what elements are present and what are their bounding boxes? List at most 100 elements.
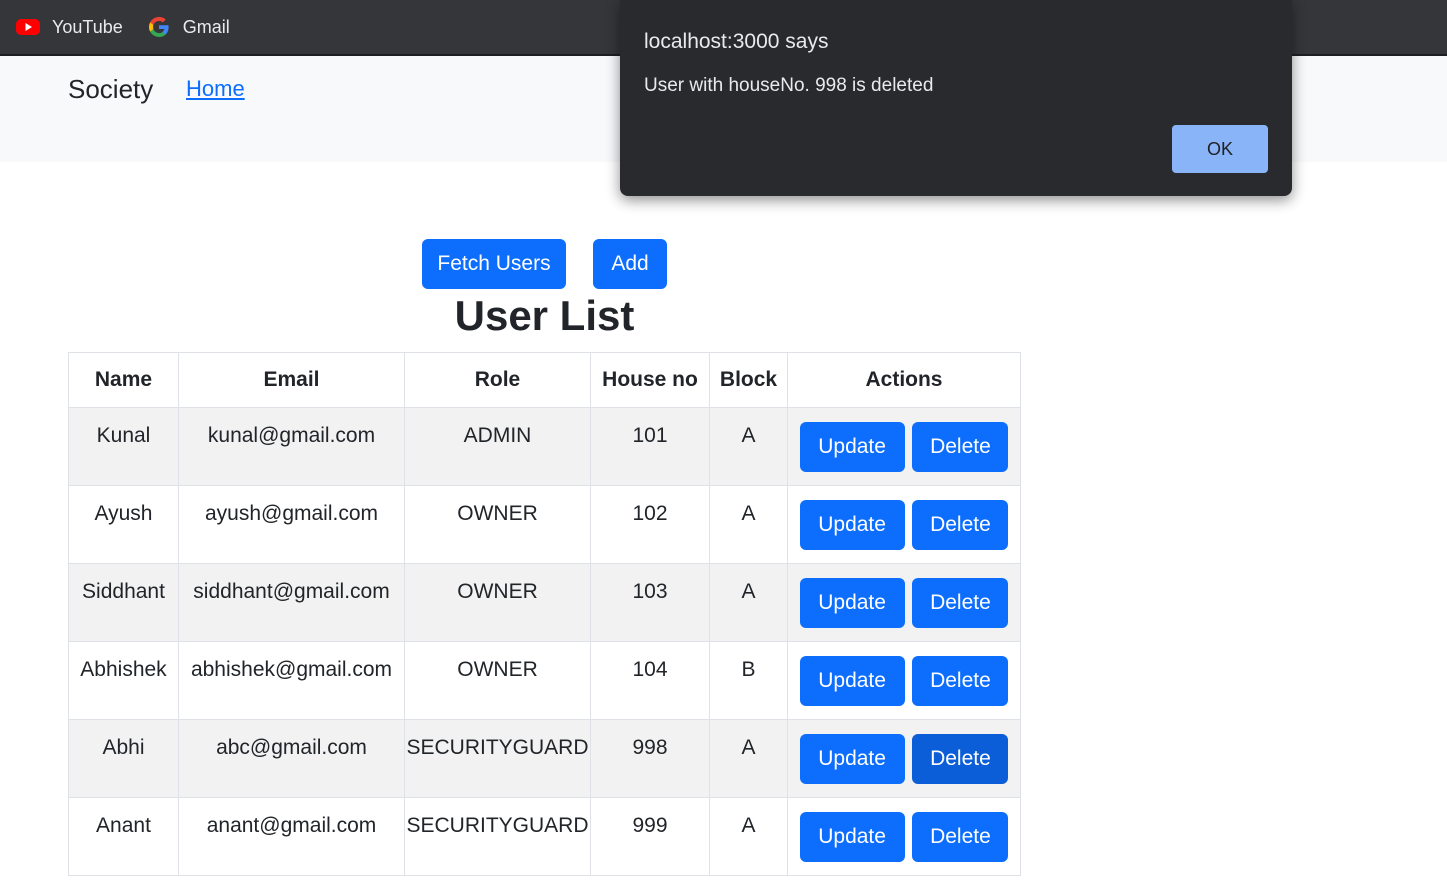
cell-block: A [709,407,788,486]
fetch-users-button[interactable]: Fetch Users [422,239,566,289]
cell-email: kunal@gmail.com [178,407,405,486]
cell-block: A [709,719,788,798]
cell-email: abhishek@gmail.com [178,641,405,720]
table-header-row: Name Email Role House no Block Actions [68,352,1021,408]
cell-role-text: SECURITYGUARD [406,736,589,759]
nav-link-home[interactable]: Home [186,76,245,102]
cell-role: ADMIN [404,407,591,486]
cell-name: Kunal [68,407,179,486]
bookmark-youtube[interactable]: YouTube [16,15,123,39]
cell-name: Siddhant [68,563,179,642]
page-title: User List [454,292,635,339]
cell-name-text: Abhishek [80,658,167,681]
column-header-name: Name [68,352,179,408]
bookmark-label: Gmail [182,16,230,37]
update-button[interactable]: Update [799,733,905,784]
users-table: Name Email Role House no Block Actions K… [68,352,1021,876]
cell-role-text: OWNER [457,502,538,525]
cell-email: abc@gmail.com [178,719,405,798]
delete-button[interactable]: Delete [912,811,1009,862]
cell-block-text: A [741,814,756,837]
cell-actions: Update Delete [787,797,1021,876]
cell-actions: Update Delete [787,485,1021,564]
table-row: Abhishek abhishek@gmail.com OWNER 104 B Updat… [68,641,1021,720]
dialog-title: localhost:3000 says [644,30,829,53]
cell-name-text: Abhi [102,736,145,759]
cell-house-no-text: 998 [632,736,668,759]
table-row: Siddhant siddhant@gmail.com OWNER 103 A Updat… [68,563,1021,642]
cell-email-text: abhishek@gmail.com [190,658,393,681]
cell-email: anant@gmail.com [178,797,405,876]
cell-role: OWNER [404,563,591,642]
cell-block-text: B [741,658,756,681]
cell-name-text: Siddhant [82,580,165,603]
cell-email-text: ayush@gmail.com [204,502,379,525]
cell-email: siddhant@gmail.com [178,563,405,642]
cell-role: SECURITYGUARD [404,797,591,876]
cell-actions: Update Delete [787,563,1021,642]
table-row: Abhi abc@gmail.com SECURITYGUARD 998 A Update… [68,719,1021,798]
cell-role: OWNER [404,485,591,564]
cell-email: ayush@gmail.com [178,485,405,564]
alert-dialog: localhost:3000 says User with houseNo. 9… [620,0,1292,196]
cell-house-no-text: 102 [632,502,668,525]
cell-house-no-text: 101 [632,424,668,447]
update-button[interactable]: Update [799,577,905,628]
cell-role-text: ADMIN [463,424,532,447]
column-header-role: Role [404,352,591,408]
update-button[interactable]: Update [799,811,905,862]
cell-name: Ayush [68,485,179,564]
ok-button[interactable]: OK [1172,125,1268,173]
cell-email-text: anant@gmail.com [206,814,377,837]
add-user-button[interactable]: Add [593,239,667,289]
cell-house-no-text: 103 [632,580,668,603]
cell-block: A [709,563,788,642]
google-icon [147,15,171,39]
cell-block-text: A [741,424,756,447]
bookmark-label: YouTube [52,16,123,37]
cell-name-text: Ayush [94,502,153,525]
bookmark-gmail[interactable]: Gmail [147,15,230,39]
column-header-house-no: House no [590,352,710,408]
cell-house-no: 103 [590,563,710,642]
cell-house-no-text: 104 [632,658,668,681]
delete-button[interactable]: Delete [912,421,1009,472]
delete-button[interactable]: Delete [912,655,1009,706]
delete-button[interactable]: Delete [912,577,1009,628]
column-header-block: Block [709,352,788,408]
cell-house-no: 104 [590,641,710,720]
cell-name-text: Anant [96,814,151,837]
navbar-brand[interactable]: Society [68,74,153,105]
cell-role-text: OWNER [457,580,538,603]
cell-role-text: SECURITYGUARD [406,814,589,837]
cell-actions: Update Delete [787,407,1021,486]
table-row: Ayush ayush@gmail.com OWNER 102 A Update Dele… [68,485,1021,564]
cell-name: Anant [68,797,179,876]
cell-house-no: 101 [590,407,710,486]
dialog-message: User with houseNo. 998 is deleted [644,75,934,96]
cell-house-no: 998 [590,719,710,798]
update-button[interactable]: Update [799,655,905,706]
update-button[interactable]: Update [799,499,905,550]
cell-actions: Update Delete [787,719,1021,798]
column-header-email: Email [178,352,405,408]
cell-block-text: A [741,580,756,603]
delete-button[interactable]: Delete [912,499,1009,550]
cell-house-no-text: 999 [632,814,668,837]
cell-block: A [709,797,788,876]
update-button[interactable]: Update [799,421,905,472]
cell-house-no: 999 [590,797,710,876]
cell-block: A [709,485,788,564]
cell-actions: Update Delete [787,641,1021,720]
cell-role: SECURITYGUARD [404,719,591,798]
cell-house-no: 102 [590,485,710,564]
table-row: Anant anant@gmail.com SECURITYGUARD 999 A Upd… [68,797,1021,876]
delete-button[interactable]: Delete [912,733,1009,784]
cell-name-text: Kunal [96,424,151,447]
cell-name: Abhi [68,719,179,798]
youtube-icon [16,15,40,39]
cell-role-text: OWNER [457,658,538,681]
cell-email-text: abc@gmail.com [216,736,367,759]
table-row: Kunal kunal@gmail.com ADMIN 101 A Update Dele… [68,407,1021,486]
cell-block-text: A [741,502,756,525]
